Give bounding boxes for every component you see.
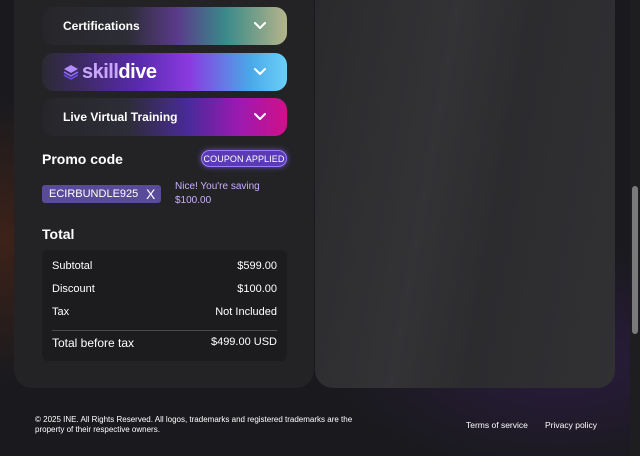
- total-title: Total: [42, 226, 75, 242]
- discount-value: $100.00: [237, 283, 277, 295]
- coupon-applied-badge: COUPON APPLIED: [201, 150, 287, 167]
- skilldive-logo: skill dive: [63, 60, 157, 84]
- footer-copyright: © 2025 INE. All Rights Reserved. All log…: [35, 415, 353, 434]
- tax-value: Not Included: [215, 306, 277, 318]
- order-summary: Subtotal $599.00 Discount $100.00 Tax No…: [42, 250, 287, 361]
- remove-promo-code-button[interactable]: X: [146, 186, 155, 202]
- subtotal-value: $599.00: [237, 260, 277, 272]
- skilldive-accordion[interactable]: skill dive: [42, 53, 287, 91]
- promo-code-title: Promo code: [42, 151, 123, 167]
- saving-message: Nice! You're saving $100.00: [175, 181, 260, 206]
- chevron-down-icon[interactable]: [253, 19, 267, 33]
- privacy-policy-link[interactable]: Privacy policy: [545, 420, 597, 430]
- discount-row: Discount $100.00: [52, 283, 277, 295]
- subtotal-row: Subtotal $599.00: [52, 260, 277, 272]
- total-before-tax-row: Total before tax $499.00 USD: [52, 336, 277, 350]
- discount-label: Discount: [52, 283, 95, 295]
- chevron-down-icon[interactable]: [253, 110, 267, 124]
- chevron-down-icon[interactable]: [253, 65, 267, 79]
- applied-promo-code: ECIRBUNDLE925: [42, 185, 161, 203]
- certifications-accordion[interactable]: Certifications: [42, 7, 287, 45]
- total-before-tax-label: Total before tax: [52, 336, 135, 350]
- skilldive-logo-word-skill: skill: [82, 60, 119, 83]
- layers-icon: [63, 65, 79, 80]
- total-before-tax-value: $499.00 USD: [210, 336, 277, 348]
- subtotal-label: Subtotal: [52, 260, 93, 272]
- scrollbar-thumb[interactable]: [632, 186, 638, 334]
- tax-row: Tax Not Included: [52, 306, 277, 318]
- summary-divider: [52, 330, 277, 331]
- terms-of-service-link[interactable]: Terms of service: [466, 420, 528, 430]
- promo-code-value: ECIRBUNDLE925: [49, 188, 139, 200]
- live-virtual-training-accordion[interactable]: Live Virtual Training: [42, 98, 287, 136]
- live-virtual-training-label: Live Virtual Training: [63, 110, 178, 124]
- tax-label: Tax: [52, 306, 70, 318]
- side-panel: [315, 0, 615, 388]
- certifications-label: Certifications: [63, 19, 140, 33]
- skilldive-logo-word-dive: dive: [118, 60, 157, 83]
